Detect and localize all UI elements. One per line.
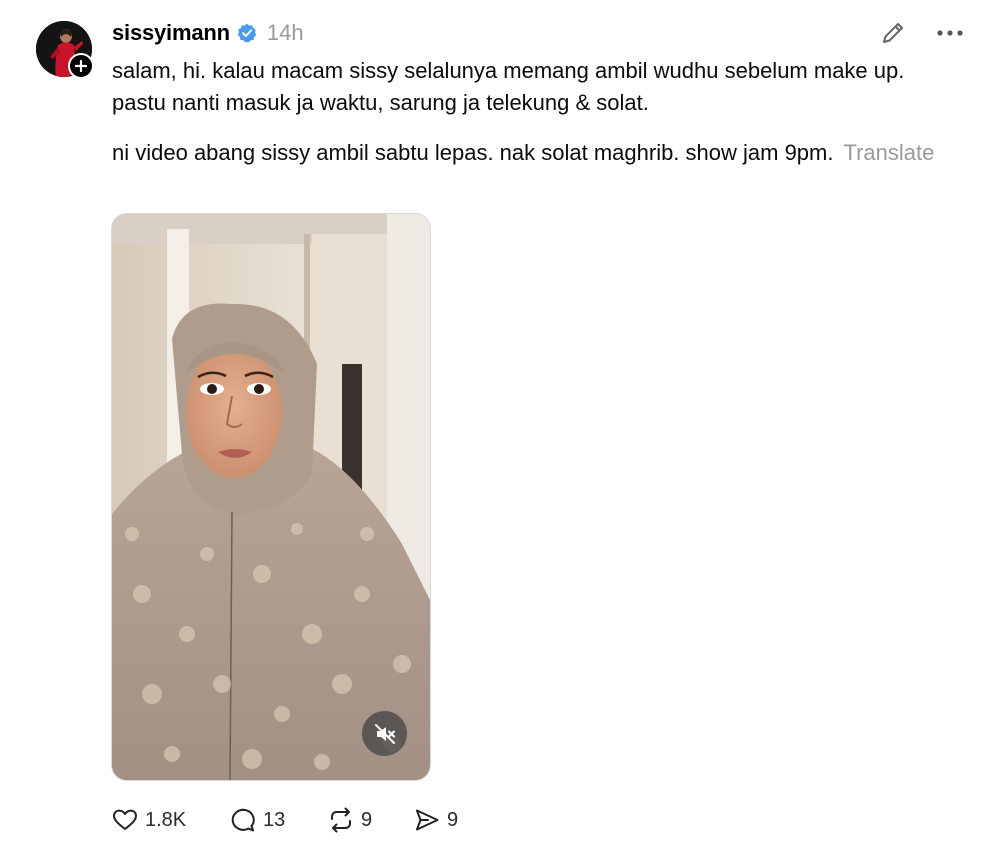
reply-count: 13: [263, 808, 286, 831]
like-count: 1.8K: [145, 808, 187, 831]
timestamp: 14h: [266, 20, 304, 45]
video-player[interactable]: [111, 213, 431, 781]
video-frame: [112, 214, 430, 780]
repost-arrows-icon: [331, 807, 351, 833]
edit-button[interactable]: [879, 19, 907, 47]
post-text-paragraph: ni video abang sissy ambil sabtu lepas. …: [112, 137, 942, 169]
ellipsis-icon: [937, 30, 963, 36]
send-icon: [416, 809, 439, 831]
like-button[interactable]: 1.8K: [111, 804, 229, 836]
thread-post: sissyimann 14h salam, hi. kalau macam si…: [0, 0, 1000, 854]
repost-count: 9: [361, 808, 373, 831]
username[interactable]: sissyimann: [112, 20, 230, 46]
comment-bubble-icon: [231, 808, 255, 832]
post-header: sissyimann 14h: [112, 18, 304, 48]
action-bar: 1.8K 13 9 9: [111, 804, 473, 836]
share-count: 9: [447, 808, 459, 831]
author-avatar-container: [36, 21, 94, 79]
pencil-icon: [883, 23, 903, 43]
post-text-content: ni video abang sissy ambil sabtu lepas. …: [112, 140, 834, 165]
verified-badge-icon: [237, 23, 257, 43]
reply-button[interactable]: 13: [229, 804, 327, 836]
translate-link[interactable]: Translate: [843, 140, 934, 165]
follow-button[interactable]: [68, 53, 94, 79]
share-button[interactable]: 9: [413, 804, 473, 836]
more-options-button[interactable]: [934, 22, 966, 44]
speaker-muted-icon: [374, 723, 395, 744]
post-text-paragraph: salam, hi. kalau macam sissy selalunya m…: [112, 58, 905, 115]
plus-icon: [74, 59, 88, 73]
heart-icon: [113, 809, 137, 830]
repost-button[interactable]: 9: [327, 804, 413, 836]
mute-toggle-button[interactable]: [362, 711, 407, 756]
